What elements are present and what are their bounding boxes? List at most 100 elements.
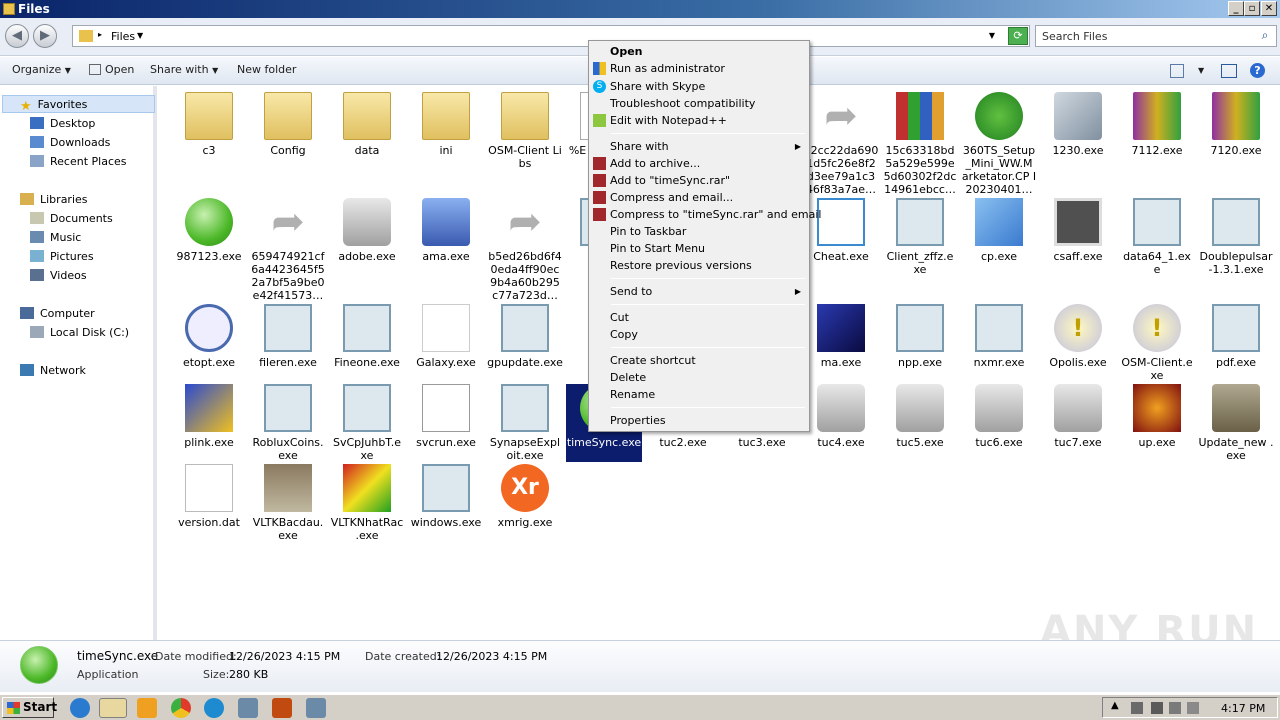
menu-run-as-admin[interactable]: Run as administrator (591, 60, 807, 77)
file-item[interactable]: ! Opolis.exe (1040, 304, 1116, 369)
file-item[interactable]: 7112.exe (1119, 92, 1195, 157)
nav-videos[interactable]: Videos (30, 269, 87, 282)
file-item[interactable]: gpupdate.exe (487, 304, 563, 369)
view-options-icon[interactable] (1170, 64, 1184, 78)
file-item[interactable]: c3 (171, 92, 247, 157)
nav-pictures[interactable]: Pictures (30, 250, 94, 263)
file-item[interactable]: Xr xmrig.exe (487, 464, 563, 529)
app-icon[interactable] (306, 698, 326, 718)
file-item[interactable]: Update_new .exe (1198, 384, 1274, 462)
nav-downloads[interactable]: Downloads (30, 136, 110, 149)
back-button[interactable]: ◀ (5, 24, 29, 48)
file-item[interactable]: Fineone.exe (329, 304, 405, 369)
file-item[interactable]: pdf.exe (1198, 304, 1274, 369)
minimize-button[interactable]: _ (1228, 1, 1244, 16)
search-input[interactable]: Search Files ⌕ (1035, 25, 1277, 47)
address-path[interactable]: Files (111, 30, 135, 43)
app-icon[interactable] (272, 698, 292, 718)
start-button[interactable]: Start (2, 697, 57, 718)
menu-properties[interactable]: Properties (591, 412, 807, 429)
file-item[interactable]: npp.exe (882, 304, 958, 369)
file-item[interactable]: 987123.exe (171, 198, 247, 263)
network-tray-icon[interactable] (1151, 702, 1163, 714)
nav-music[interactable]: Music (30, 231, 81, 244)
file-item[interactable]: windows.exe (408, 464, 484, 529)
menu-create-shortcut[interactable]: Create shortcut (591, 352, 807, 369)
file-item[interactable]: RobluxCoins. exe (250, 384, 326, 462)
file-item[interactable]: ama.exe (408, 198, 484, 263)
menu-send-to[interactable]: Send to ▶ (591, 283, 807, 300)
nav-favorites[interactable]: ★ Favorites (2, 95, 155, 114)
close-button[interactable]: ✕ (1261, 1, 1277, 16)
file-item[interactable]: nxmr.exe (961, 304, 1037, 369)
menu-pin-start[interactable]: Pin to Start Menu (591, 240, 807, 257)
edge-icon[interactable] (204, 698, 224, 718)
explorer-icon[interactable] (99, 698, 127, 718)
menu-delete[interactable]: Delete (591, 369, 807, 386)
app-icon[interactable] (238, 698, 258, 718)
nav-localdisk[interactable]: Local Disk (C:) (30, 326, 129, 339)
file-item[interactable]: 360TS_Setup _Mini_WW.M arketator.CP I202… (961, 92, 1037, 196)
file-item[interactable]: tuc6.exe (961, 384, 1037, 449)
menu-add-rar[interactable]: Add to "timeSync.rar" (591, 172, 807, 189)
file-item[interactable]: ➦ b5ed26bd6f4 0eda4ff90ec 9b4a60b295 c77a… (487, 198, 563, 302)
volume-icon[interactable] (1169, 702, 1181, 714)
menu-compress-email[interactable]: Compress and email... (591, 189, 807, 206)
nav-desktop[interactable]: Desktop (30, 117, 95, 130)
file-item[interactable]: VLTKNhatRac .exe (329, 464, 405, 542)
nav-documents[interactable]: Documents (30, 212, 113, 225)
file-item[interactable]: VLTKBacdau. exe (250, 464, 326, 542)
file-item[interactable]: Doublepulsar -1.3.1.exe (1198, 198, 1274, 276)
file-item[interactable]: 7120.exe (1198, 92, 1274, 157)
menu-open[interactable]: Open (591, 43, 807, 60)
menu-share-skype[interactable]: S Share with Skype (591, 78, 807, 95)
new-folder-button[interactable]: New folder (237, 63, 296, 76)
chevron-down-icon[interactable]: ▼ (1198, 66, 1204, 75)
file-item[interactable]: svcrun.exe (408, 384, 484, 449)
file-item[interactable]: tuc5.exe (882, 384, 958, 449)
file-item[interactable]: ini (408, 92, 484, 157)
file-item[interactable]: ➦ 12cc22da690 1d5fc26e8f2 d3ee79a1c3 46f8… (803, 92, 879, 196)
menu-copy[interactable]: Copy (591, 326, 807, 343)
nav-recent[interactable]: Recent Places (30, 155, 127, 168)
address-field[interactable]: ▸ Files ▼ ▼ (72, 25, 1030, 47)
menu-compress-rar-email[interactable]: Compress to "timeSync.rar" and email (591, 206, 821, 223)
file-item[interactable]: SvCpJuhbT.e xe (329, 384, 405, 462)
file-item[interactable]: version.dat (171, 464, 247, 529)
file-item[interactable]: data (329, 92, 405, 157)
chevron-down-icon[interactable]: ▼ (137, 31, 143, 40)
file-item[interactable]: tuc7.exe (1040, 384, 1116, 449)
search-icon[interactable]: ⌕ (1257, 28, 1273, 44)
file-item[interactable]: 1230.exe (1040, 92, 1116, 157)
chevron-right-icon[interactable]: ▸ (98, 30, 102, 39)
chrome-icon[interactable] (171, 698, 191, 718)
share-with-button[interactable]: Share with ▼ (150, 63, 218, 76)
file-item[interactable]: adobe.exe (329, 198, 405, 263)
clock[interactable]: 4:17 PM (1221, 702, 1265, 715)
file-item[interactable]: etopt.exe (171, 304, 247, 369)
organize-button[interactable]: Organize ▼ (12, 63, 71, 76)
menu-pin-taskbar[interactable]: Pin to Taskbar (591, 223, 807, 240)
menu-notepadpp[interactable]: Edit with Notepad++ (591, 112, 807, 129)
open-button[interactable]: Open (89, 63, 134, 76)
nav-computer[interactable]: Computer (20, 307, 95, 320)
menu-rename[interactable]: Rename (591, 386, 807, 403)
menu-cut[interactable]: Cut (591, 309, 807, 326)
file-item[interactable]: up.exe (1119, 384, 1195, 449)
menu-add-archive[interactable]: Add to archive... (591, 155, 807, 172)
refresh-icon[interactable]: ⟳ (1008, 27, 1028, 45)
file-item[interactable]: tuc4.exe (803, 384, 879, 449)
file-item[interactable]: Galaxy.exe (408, 304, 484, 369)
file-item[interactable]: Config (250, 92, 326, 157)
flag-icon[interactable] (1187, 702, 1199, 714)
file-item[interactable]: Client_zffz.e xe (882, 198, 958, 276)
ie-icon[interactable] (70, 698, 90, 718)
menu-share-with[interactable]: Share with ▶ (591, 138, 807, 155)
file-item[interactable]: ➦ 659474921cf 6a4423645f5 2a7bf5a9be0 e42… (250, 198, 326, 302)
maximize-button[interactable]: ▫ (1244, 1, 1260, 16)
file-item[interactable]: fileren.exe (250, 304, 326, 369)
file-item[interactable]: plink.exe (171, 384, 247, 449)
nav-libraries[interactable]: Libraries (20, 193, 88, 206)
file-item[interactable]: 15c63318bd 5a529e599e 5d60302f2dc 14961e… (882, 92, 958, 196)
file-item[interactable]: cp.exe (961, 198, 1037, 263)
